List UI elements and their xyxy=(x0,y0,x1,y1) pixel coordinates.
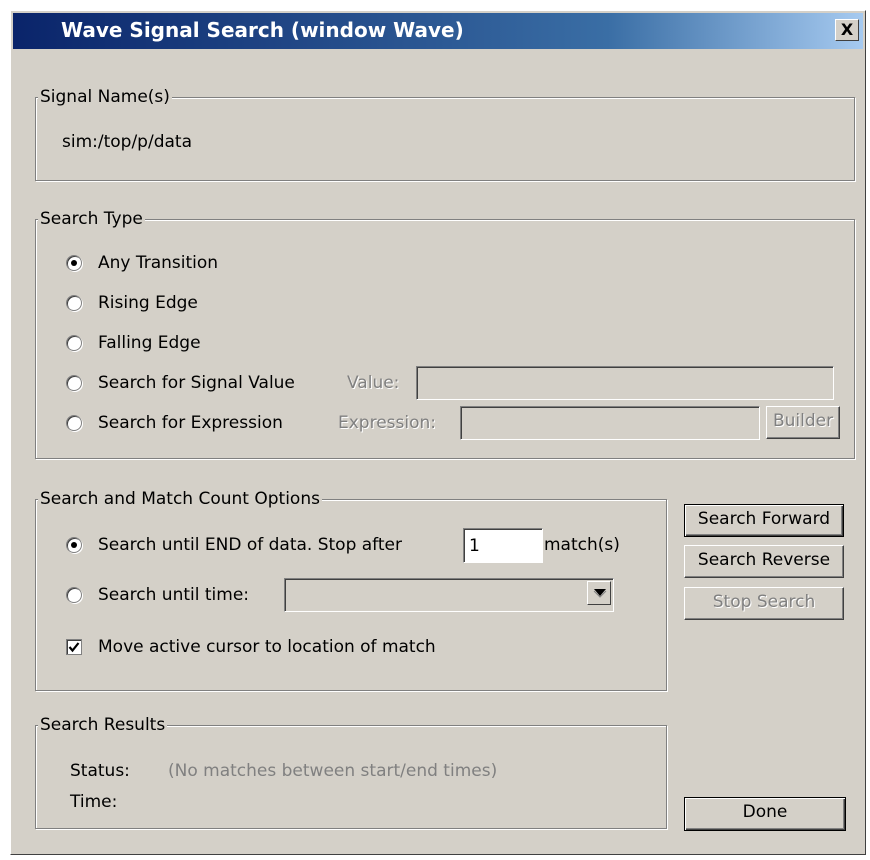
dropdown-button[interactable] xyxy=(587,581,611,605)
search-type-group: Search Type Any Transition Rising Edge F… xyxy=(35,209,855,459)
match-options-group: Search and Match Count Options Search un… xyxy=(35,489,667,691)
close-button[interactable]: X xyxy=(835,19,859,41)
search-results-legend: Search Results xyxy=(38,715,168,735)
stop-after-input[interactable]: 1 xyxy=(463,528,543,563)
any-transition-label: Any Transition xyxy=(98,253,219,273)
radio-until-end[interactable] xyxy=(66,537,82,553)
match-options-legend: Search and Match Count Options xyxy=(38,489,322,509)
radio-expression[interactable] xyxy=(66,415,82,431)
checkmark-icon xyxy=(68,642,80,653)
status-label: Status: xyxy=(70,761,130,781)
signal-name-value: sim:/top/p/data xyxy=(62,132,192,152)
until-end-label: Search until END of data. Stop after xyxy=(98,535,402,555)
falling-edge-label: Falling Edge xyxy=(98,333,201,353)
move-cursor-checkbox[interactable] xyxy=(66,639,82,655)
builder-button[interactable]: Builder xyxy=(766,406,840,439)
done-button[interactable]: Done xyxy=(684,797,846,831)
until-time-label: Search until time: xyxy=(98,585,250,605)
value-label: Value: xyxy=(347,373,400,393)
window-title: Wave Signal Search (window Wave) xyxy=(61,18,464,42)
signal-names-legend: Signal Name(s) xyxy=(38,87,172,107)
signal-value-label: Search for Signal Value xyxy=(98,373,295,393)
search-results-group: Search Results Status: (No matches betwe… xyxy=(35,715,667,829)
signal-names-group: Signal Name(s) sim:/top/p/data xyxy=(35,87,855,181)
rising-edge-label: Rising Edge xyxy=(98,293,198,313)
matches-label: match(s) xyxy=(544,535,620,555)
search-reverse-button[interactable]: Search Reverse xyxy=(684,545,844,578)
until-time-combobox[interactable] xyxy=(284,578,614,612)
expression-field-label: Expression: xyxy=(338,413,437,433)
close-icon: X xyxy=(840,20,854,39)
move-cursor-label: Move active cursor to location of match xyxy=(98,637,436,657)
status-value: (No matches between start/end times) xyxy=(168,761,498,781)
value-input[interactable] xyxy=(416,366,834,400)
search-forward-button[interactable]: Search Forward xyxy=(684,504,844,537)
radio-until-time[interactable] xyxy=(66,587,82,603)
stop-search-button[interactable]: Stop Search xyxy=(684,587,844,620)
dialog-window: Wave Signal Search (window Wave) X Signa… xyxy=(10,10,866,855)
search-type-legend: Search Type xyxy=(38,209,145,229)
radio-any-transition[interactable] xyxy=(66,255,82,271)
expression-input[interactable] xyxy=(460,406,760,440)
radio-signal-value[interactable] xyxy=(66,375,82,391)
radio-falling-edge[interactable] xyxy=(66,335,82,351)
time-label: Time: xyxy=(70,792,118,812)
radio-rising-edge[interactable] xyxy=(66,295,82,311)
chevron-down-icon xyxy=(593,589,607,598)
title-bar[interactable]: Wave Signal Search (window Wave) X xyxy=(13,13,863,49)
expression-label: Search for Expression xyxy=(98,413,283,433)
